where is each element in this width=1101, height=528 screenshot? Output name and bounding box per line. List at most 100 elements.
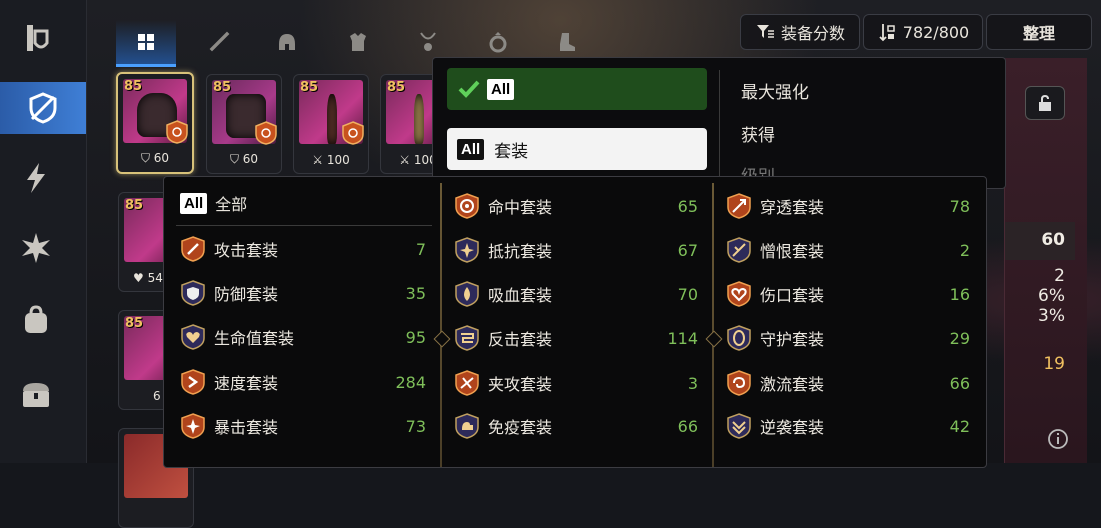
lifesteal-set-icon [455,281,479,307]
set-filter-attack[interactable]: 攻击套装 7 [180,232,426,266]
rail-skill[interactable] [8,150,64,206]
equipment-slot-1[interactable]: 85 ⛉ 60 [116,72,194,174]
sub-stat-value-1: 2 [1054,266,1065,286]
set-filter-hit[interactable]: 命中套装 65 [454,189,698,223]
sort-acquired[interactable]: 获得 [741,121,775,146]
set-name: 憎恨套装 [760,242,825,261]
set-filter-resist[interactable]: 抵抗套装 67 [454,233,698,267]
set-filter-popup: All 全部 攻击套装 7 防御套装 35 生命值套装 95 速度套装 284 … [163,176,987,468]
set-filter-health[interactable]: 生命值套装 95 [180,320,426,354]
set-name: 激流套装 [760,375,825,394]
health-set-icon [181,324,205,350]
sort-max-enhance[interactable]: 最大强化 [741,78,809,103]
inventory-capacity-button[interactable]: 782/800 [863,14,983,50]
tab-helmet[interactable] [257,20,317,64]
set-filter-lifesteal[interactable]: 吸血套装 70 [454,277,698,311]
armor-icon [350,33,366,51]
item-stat: ⚔ 100 [312,153,350,167]
all-chip: All [180,192,208,214]
set-count: 95 [405,327,426,347]
equipment-slot-2[interactable]: 85 ⛉ 60 [206,74,282,174]
set-count: 29 [949,328,970,348]
set-filter-protection[interactable]: 守护套装 29 [726,321,970,355]
set-count: 16 [949,284,970,304]
rage-set-icon [727,237,751,263]
artifact-icon [27,25,49,51]
item-stat-value: 54 [147,271,163,285]
item-stat: ⛉ 60 [140,151,170,165]
set-filter-revenge[interactable]: 逆袭套装 42 [726,409,970,443]
sort-option-all[interactable]: All [447,68,707,110]
lock-button[interactable] [1025,86,1065,120]
set-name: 反击套装 [488,330,553,349]
equipment-icon [29,92,57,124]
set-filter-immunity[interactable]: 免疫套装 66 [454,409,698,443]
set-name: 守护套装 [760,330,825,349]
set-filter-unity[interactable]: 夹攻套装 3 [454,366,698,400]
set-filter-torrent[interactable]: 激流套装 66 [726,366,970,400]
item-stat-value: 100 [326,153,350,167]
weapon-icon [209,31,230,52]
filter-icon [756,25,774,38]
set-name: 生命值套装 [214,329,295,348]
rail-chest[interactable] [8,366,64,422]
unity-set-icon [455,370,479,396]
set-badge-icon [166,120,188,144]
tab-all[interactable] [116,20,176,67]
info-icon[interactable] [1047,428,1069,450]
set-count: 114 [667,328,698,348]
item-level: 85 [125,198,144,213]
item-level: 85 [300,80,319,95]
rail-material[interactable] [8,220,64,276]
rail-equipment[interactable] [0,82,86,134]
sort-option-set[interactable]: All 套装 [447,128,707,170]
set-filter-defense[interactable]: 防御套装 35 [180,276,426,310]
revenge-set-icon [727,413,751,439]
set-name: 伤口套装 [760,286,825,305]
set-count: 2 [959,240,970,260]
set-count: 73 [405,416,426,436]
set-name: 暴击套装 [214,418,279,437]
set-filter-rage[interactable]: 憎恨套装 2 [726,233,970,267]
rail-bag[interactable] [8,292,64,348]
checkmark-icon [458,80,480,98]
column-separator [705,183,723,467]
set-name: 攻击套装 [214,241,279,260]
all-chip: All [487,78,515,100]
item-detail-panel: 60 2 6% 3% 19 [1004,58,1087,463]
row-divider [176,225,432,226]
all-label: 全部 [215,195,248,214]
inventory-count: 782/800 [902,22,970,42]
boots-icon [560,33,575,51]
set-count: 284 [395,372,426,392]
defense-set-icon [181,280,205,306]
all-icon [138,34,154,50]
set-filter-counter[interactable]: 反击套装 114 [454,321,698,355]
column-separator [433,183,451,467]
tab-weapon[interactable] [189,20,249,64]
set-filter-all[interactable]: All 全部 [180,191,247,215]
gear-score-sort-button[interactable]: 装备分数 [740,14,860,50]
tab-armor[interactable] [328,20,388,64]
set-count: 66 [949,373,970,393]
main-stat-value: 60 [1041,230,1065,250]
set-name: 速度套装 [214,374,279,393]
burst-icon [22,233,50,263]
set-filter-speed[interactable]: 速度套装 284 [180,365,426,399]
set-name: 免疫套装 [488,418,553,437]
set-name: 防御套装 [214,285,279,304]
equipment-slot-3[interactable]: 85 ⚔ 100 [293,74,369,174]
set-filter-penetration[interactable]: 穿透套装 78 [726,189,970,223]
organize-button[interactable]: 整理 [986,14,1092,50]
item-level: 85 [387,80,406,95]
sort-divider [719,70,720,180]
set-filter-critical[interactable]: 暴击套装 73 [180,409,426,443]
speed-set-icon [181,369,205,395]
bag-icon [25,305,47,333]
item-level: 85 [124,79,143,94]
rail-artifact[interactable] [8,10,64,66]
set-count: 7 [415,239,426,259]
set-count: 67 [677,240,698,260]
set-filter-label: 套装 [494,141,529,162]
set-filter-injury[interactable]: 伤口套装 16 [726,277,970,311]
